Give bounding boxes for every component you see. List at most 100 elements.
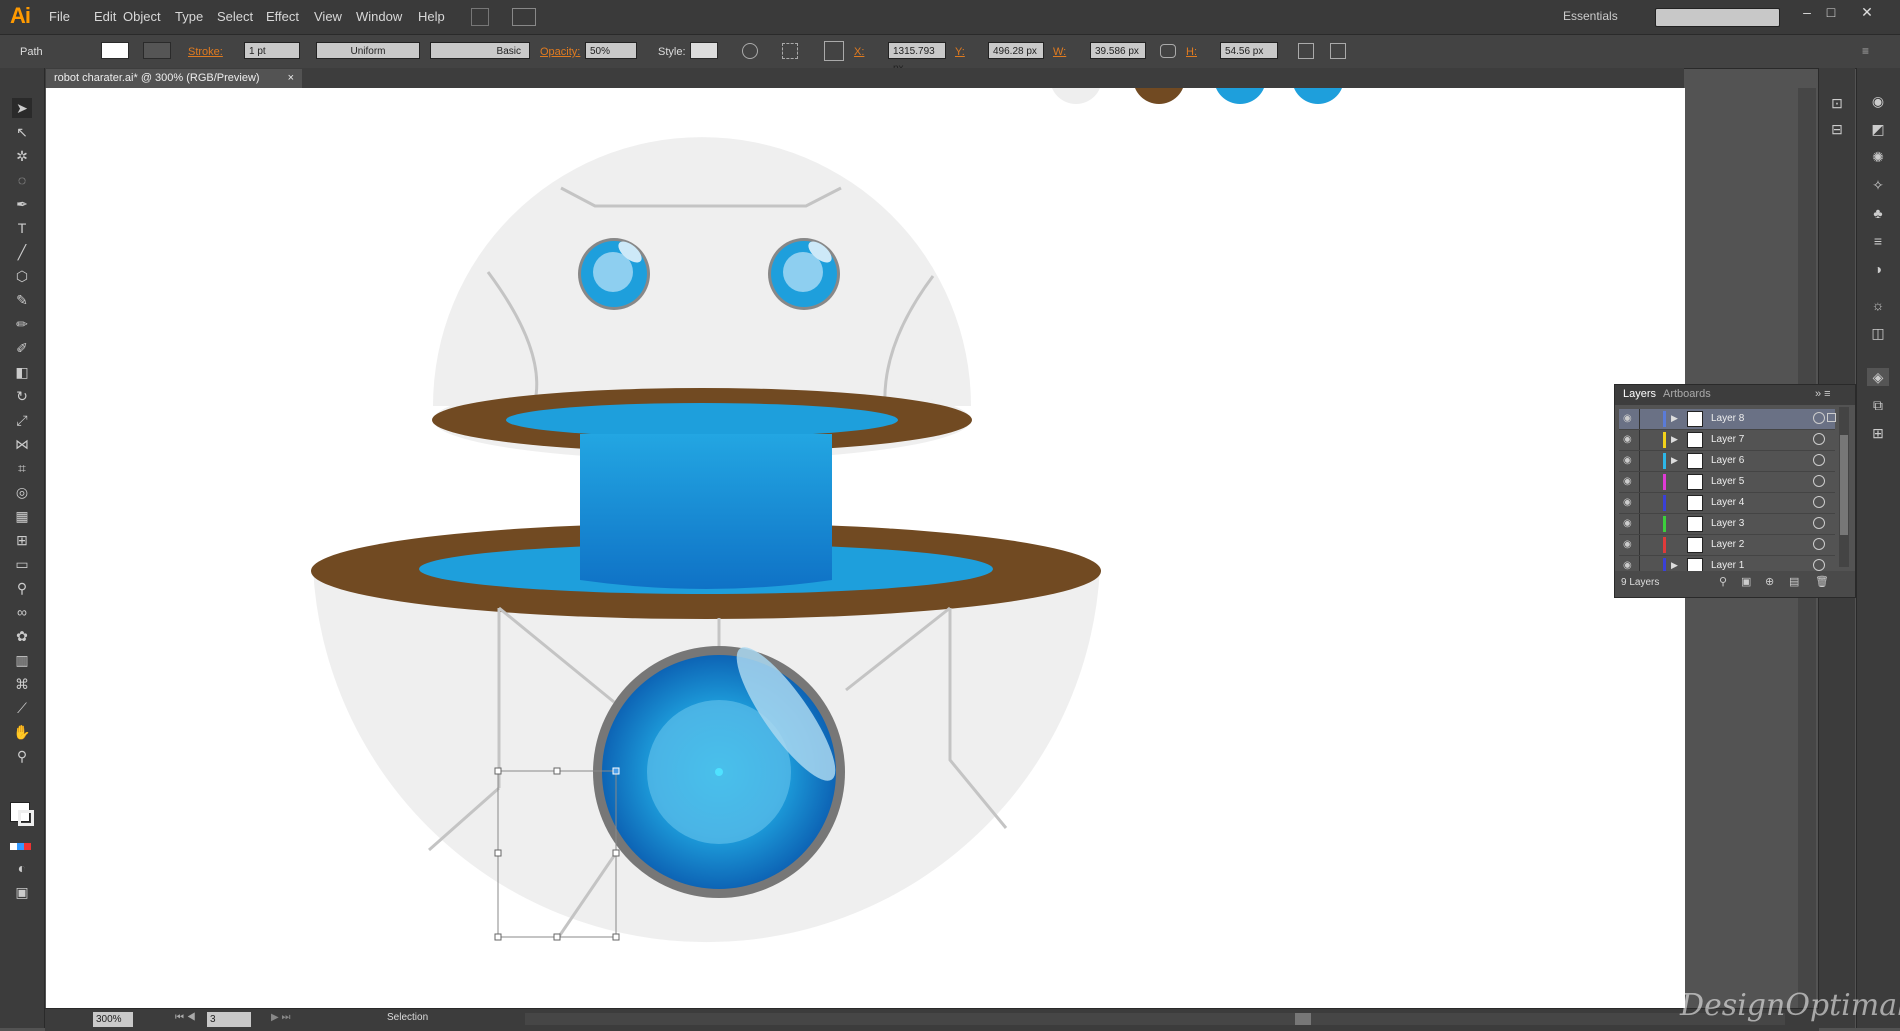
target-circle-icon[interactable] [1813, 475, 1825, 487]
new-layer-icon[interactable]: ▤ [1789, 575, 1799, 588]
layer-name[interactable]: Layer 8 [1711, 413, 1744, 424]
align-to-icon[interactable] [782, 43, 798, 59]
menu-view[interactable]: View [314, 9, 342, 24]
visibility-eye-icon[interactable]: ◉ [1623, 455, 1632, 466]
scale-tool-icon[interactable]: ⤢ [12, 410, 32, 430]
zoom-tool-icon[interactable]: ⚲ [12, 746, 32, 766]
transform-icon[interactable] [1298, 43, 1314, 59]
color-panel-icon[interactable]: ◉ [1867, 92, 1889, 110]
next-artboard-icon[interactable]: ▶ ⏭ [271, 1012, 290, 1023]
pen-tool-icon[interactable]: ✒ [12, 194, 32, 214]
magic-wand-tool-icon[interactable]: ✲ [12, 146, 32, 166]
graphic-styles-icon[interactable]: ◫ [1867, 324, 1889, 342]
layer-name[interactable]: Layer 5 [1711, 476, 1744, 487]
constrain-proportions-icon[interactable] [1160, 44, 1176, 58]
layer-name[interactable]: Layer 3 [1711, 518, 1744, 529]
visibility-eye-icon[interactable]: ◉ [1623, 518, 1632, 529]
target-circle-icon[interactable] [1813, 454, 1825, 466]
artboard[interactable] [46, 88, 1685, 1008]
menu-effect[interactable]: Effect [266, 9, 299, 24]
new-sublayer-icon[interactable]: ⊕ [1765, 575, 1774, 588]
close-window-icon[interactable]: ✕ [1856, 4, 1878, 22]
screen-mode-icon[interactable]: ▣ [12, 882, 32, 902]
document-tab[interactable]: robot charater.ai* @ 300% (RGB/Preview) … [46, 69, 302, 88]
ellipse-tool-icon[interactable]: ⬡ [12, 266, 32, 286]
x-field[interactable]: 1315.793 px [888, 42, 946, 74]
maximize-icon[interactable]: □ [1820, 4, 1842, 22]
selection-tool-icon[interactable]: ➤ [12, 98, 32, 118]
appearance-panel-icon[interactable]: ☼ [1867, 296, 1889, 314]
layer-row[interactable]: ◉ ▶ Layer 1 [1619, 556, 1835, 571]
stroke-swatch[interactable] [143, 42, 171, 59]
symbols-panel-icon[interactable]: ♣ [1867, 204, 1889, 222]
visibility-eye-icon[interactable]: ◉ [1623, 434, 1632, 445]
perspective-grid-tool-icon[interactable]: ▦ [12, 506, 32, 526]
close-tab-icon[interactable]: × [288, 69, 294, 88]
layer-name[interactable]: Layer 7 [1711, 434, 1744, 445]
color-mode-icons[interactable] [10, 838, 36, 850]
layers-panel-icon[interactable]: ◈ [1867, 368, 1889, 386]
swatches-panel-icon[interactable]: ✺ [1867, 148, 1889, 166]
direct-selection-tool-icon[interactable]: ↖ [12, 122, 32, 142]
target-circle-icon[interactable] [1813, 433, 1825, 445]
menu-type[interactable]: Type [175, 9, 203, 24]
layer-row[interactable]: ◉ Layer 4 [1619, 493, 1835, 514]
brushes-panel-icon[interactable]: ✧ [1867, 176, 1889, 194]
delete-layer-icon[interactable]: 🗑 [1815, 575, 1829, 588]
type-tool-icon[interactable]: T [12, 218, 32, 238]
layer-row[interactable]: ◉ ▶ Layer 6 [1619, 451, 1835, 472]
layers-scrollbar[interactable] [1839, 407, 1849, 567]
visibility-eye-icon[interactable]: ◉ [1623, 560, 1632, 571]
gradient-tool-icon[interactable]: ▭ [12, 554, 32, 574]
artboard-tool-icon[interactable]: ⌘ [12, 674, 32, 694]
zoom-field[interactable]: 300% [93, 1012, 133, 1027]
expand-triangle-icon[interactable]: ▶ [1671, 413, 1678, 424]
artboard-navigation-field[interactable]: 3 [207, 1012, 251, 1027]
lock-toggle[interactable] [1639, 535, 1640, 555]
blob-brush-tool-icon[interactable]: ✐ [12, 338, 32, 358]
mesh-tool-icon[interactable]: ⊞ [12, 530, 32, 550]
reference-point-icon[interactable] [824, 41, 844, 61]
selection-square-icon[interactable] [1827, 413, 1836, 422]
lasso-tool-icon[interactable]: ◌ [12, 170, 32, 190]
opacity-label[interactable]: Opacity: [540, 46, 580, 58]
layer-name[interactable]: Layer 4 [1711, 497, 1744, 508]
horizontal-scrollbar[interactable] [525, 1013, 1785, 1025]
lock-toggle[interactable] [1639, 472, 1640, 492]
draw-mode-icon[interactable]: ◐ [12, 858, 32, 878]
paintbrush-tool-icon[interactable]: ✎ [12, 290, 32, 310]
eyedropper-tool-icon[interactable]: ⚲ [12, 578, 32, 598]
lock-toggle[interactable] [1639, 556, 1640, 571]
menu-file[interactable]: File [49, 9, 70, 24]
stroke-label[interactable]: Stroke: [188, 46, 223, 58]
menu-window[interactable]: Window [356, 9, 402, 24]
variable-width-profile[interactable]: Uniform [316, 42, 420, 59]
menu-help[interactable]: Help [418, 9, 445, 24]
panel-menu-icon[interactable]: ≡ [1862, 44, 1869, 58]
width-tool-icon[interactable]: ⋈ [12, 434, 32, 454]
target-circle-icon[interactable] [1813, 412, 1825, 424]
layer-row[interactable]: ◉ Layer 5 [1619, 472, 1835, 493]
layer-name[interactable]: Layer 6 [1711, 455, 1744, 466]
hand-tool-icon[interactable]: ✋ [12, 722, 32, 742]
layer-row[interactable]: ◉ Layer 3 [1619, 514, 1835, 535]
target-circle-icon[interactable] [1813, 517, 1825, 529]
transform-panel-icon[interactable]: ⊡ [1826, 94, 1848, 112]
h-field[interactable]: 54.56 px [1220, 42, 1278, 59]
lock-toggle[interactable] [1639, 493, 1640, 513]
rotate-tool-icon[interactable]: ↻ [12, 386, 32, 406]
layer-name[interactable]: Layer 1 [1711, 560, 1744, 571]
graphic-style-swatch[interactable] [690, 42, 718, 59]
lock-toggle[interactable] [1639, 409, 1640, 429]
stroke-panel-icon[interactable]: ≡ [1867, 232, 1889, 250]
isolate-icon[interactable] [1330, 43, 1346, 59]
minimize-icon[interactable]: – [1796, 4, 1818, 22]
workspace-switcher[interactable]: Essentials [1563, 9, 1618, 23]
bridge-icon[interactable] [471, 8, 489, 26]
recolor-artwork-icon[interactable] [742, 43, 758, 59]
target-circle-icon[interactable] [1813, 496, 1825, 508]
locate-object-icon[interactable]: ⚲ [1719, 575, 1727, 588]
layer-name[interactable]: Layer 2 [1711, 539, 1744, 550]
blend-tool-icon[interactable]: ∞ [12, 602, 32, 622]
first-artboard-icon[interactable]: ⏮ ◀ [175, 1012, 196, 1023]
